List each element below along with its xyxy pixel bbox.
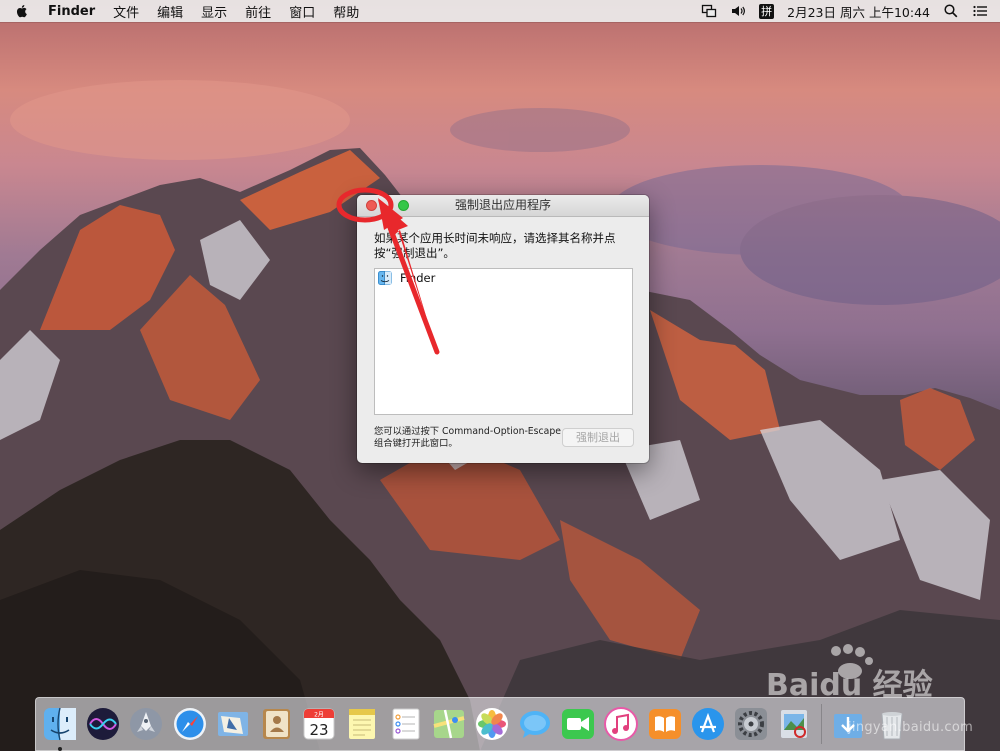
dock-item-launchpad[interactable] <box>128 706 164 742</box>
force-quit-dialog: 强制退出应用程序 如果某个应用长时间未响应，请选择其名称并点按“强制退出”。 F… <box>357 195 649 463</box>
dock-item-messages[interactable] <box>517 706 553 742</box>
list-item[interactable]: Finder <box>375 269 632 286</box>
watermark-url: jingyan.baidu.com <box>848 720 974 735</box>
dock-item-reminders[interactable] <box>388 706 424 742</box>
menu-bar: Finder 文件 编辑 显示 前往 窗口 帮助 拼 2月23日 周六 上午10… <box>0 0 1000 22</box>
dock-item-app-store[interactable] <box>690 706 726 742</box>
dock-item-finder[interactable] <box>42 706 78 751</box>
dock-item-facetime[interactable] <box>560 706 596 742</box>
dock-item-ibooks[interactable] <box>647 706 683 742</box>
menu-go[interactable]: 前往 <box>245 2 271 21</box>
itunes-icon <box>604 707 639 741</box>
menu-view[interactable]: 显示 <box>201 2 227 21</box>
menu-clock[interactable]: 2月23日 周六 上午10:44 <box>787 2 930 21</box>
siri-icon <box>87 708 120 740</box>
dock-item-contacts[interactable] <box>258 706 294 742</box>
dock-item-itunes[interactable] <box>603 706 639 742</box>
safari-icon <box>173 708 206 740</box>
menu-edit[interactable]: 编辑 <box>157 2 183 21</box>
notification-center-icon[interactable] <box>972 3 988 19</box>
airplay-mirroring-icon[interactable] <box>701 3 717 19</box>
apple-menu-icon[interactable] <box>14 3 30 19</box>
dock-item-siri[interactable] <box>85 706 121 742</box>
dock-item-maps[interactable] <box>431 706 467 742</box>
finder-icon <box>378 270 392 285</box>
input-method-icon[interactable]: 拼 <box>759 3 775 19</box>
mail-icon <box>217 712 248 736</box>
baidu-logo-text: Baidu 经验 <box>766 668 933 703</box>
zoom-window-button[interactable] <box>398 200 409 211</box>
contacts-icon <box>262 709 290 739</box>
messages-icon <box>520 711 551 738</box>
photos-icon <box>475 708 508 740</box>
baidu-watermark: Baidu 经验 jingyan.baidu.com <box>762 643 998 735</box>
launchpad-icon <box>130 708 163 740</box>
app-list[interactable]: Finder <box>374 268 633 415</box>
dock-item-notes[interactable] <box>344 706 380 742</box>
dialog-titlebar[interactable]: 强制退出应用程序 <box>357 195 649 217</box>
dialog-title: 强制退出应用程序 <box>454 198 551 212</box>
dialog-message: 如果某个应用长时间未响应，请选择其名称并点按“强制退出”。 <box>374 231 616 260</box>
menu-file[interactable]: 文件 <box>113 2 139 21</box>
ibooks-icon <box>648 709 681 739</box>
facetime-icon <box>562 709 595 739</box>
menu-app-name[interactable]: Finder <box>48 4 95 19</box>
volume-icon[interactable] <box>730 3 746 19</box>
calendar-icon: 2月 23 <box>303 708 335 740</box>
dock-item-calendar[interactable]: 2月 23 <box>301 706 337 742</box>
close-window-button[interactable] <box>366 200 377 211</box>
reminders-icon <box>392 708 419 740</box>
finder-icon <box>44 707 76 741</box>
calendar-month: 2月 <box>314 712 324 719</box>
spotlight-search-icon[interactable] <box>943 3 959 19</box>
dock-item-mail[interactable] <box>215 706 251 742</box>
menu-window[interactable]: 窗口 <box>289 2 315 21</box>
maps-icon <box>433 709 465 739</box>
calendar-day: 23 <box>310 721 329 739</box>
force-quit-button[interactable]: 强制退出 <box>562 428 634 447</box>
app-store-icon <box>691 708 724 740</box>
running-indicator <box>58 747 62 751</box>
keyboard-shortcut-hint: 您可以通过按下 Command-Option-Escape 组合键打开此窗口。 <box>374 426 561 449</box>
dock-item-photos[interactable] <box>474 706 510 742</box>
menu-help[interactable]: 帮助 <box>333 2 359 21</box>
app-name-finder: Finder <box>400 270 436 285</box>
notes-icon <box>349 709 376 739</box>
dock-item-safari[interactable] <box>172 706 208 742</box>
baidu-logo: Baidu 经验 <box>766 644 933 703</box>
